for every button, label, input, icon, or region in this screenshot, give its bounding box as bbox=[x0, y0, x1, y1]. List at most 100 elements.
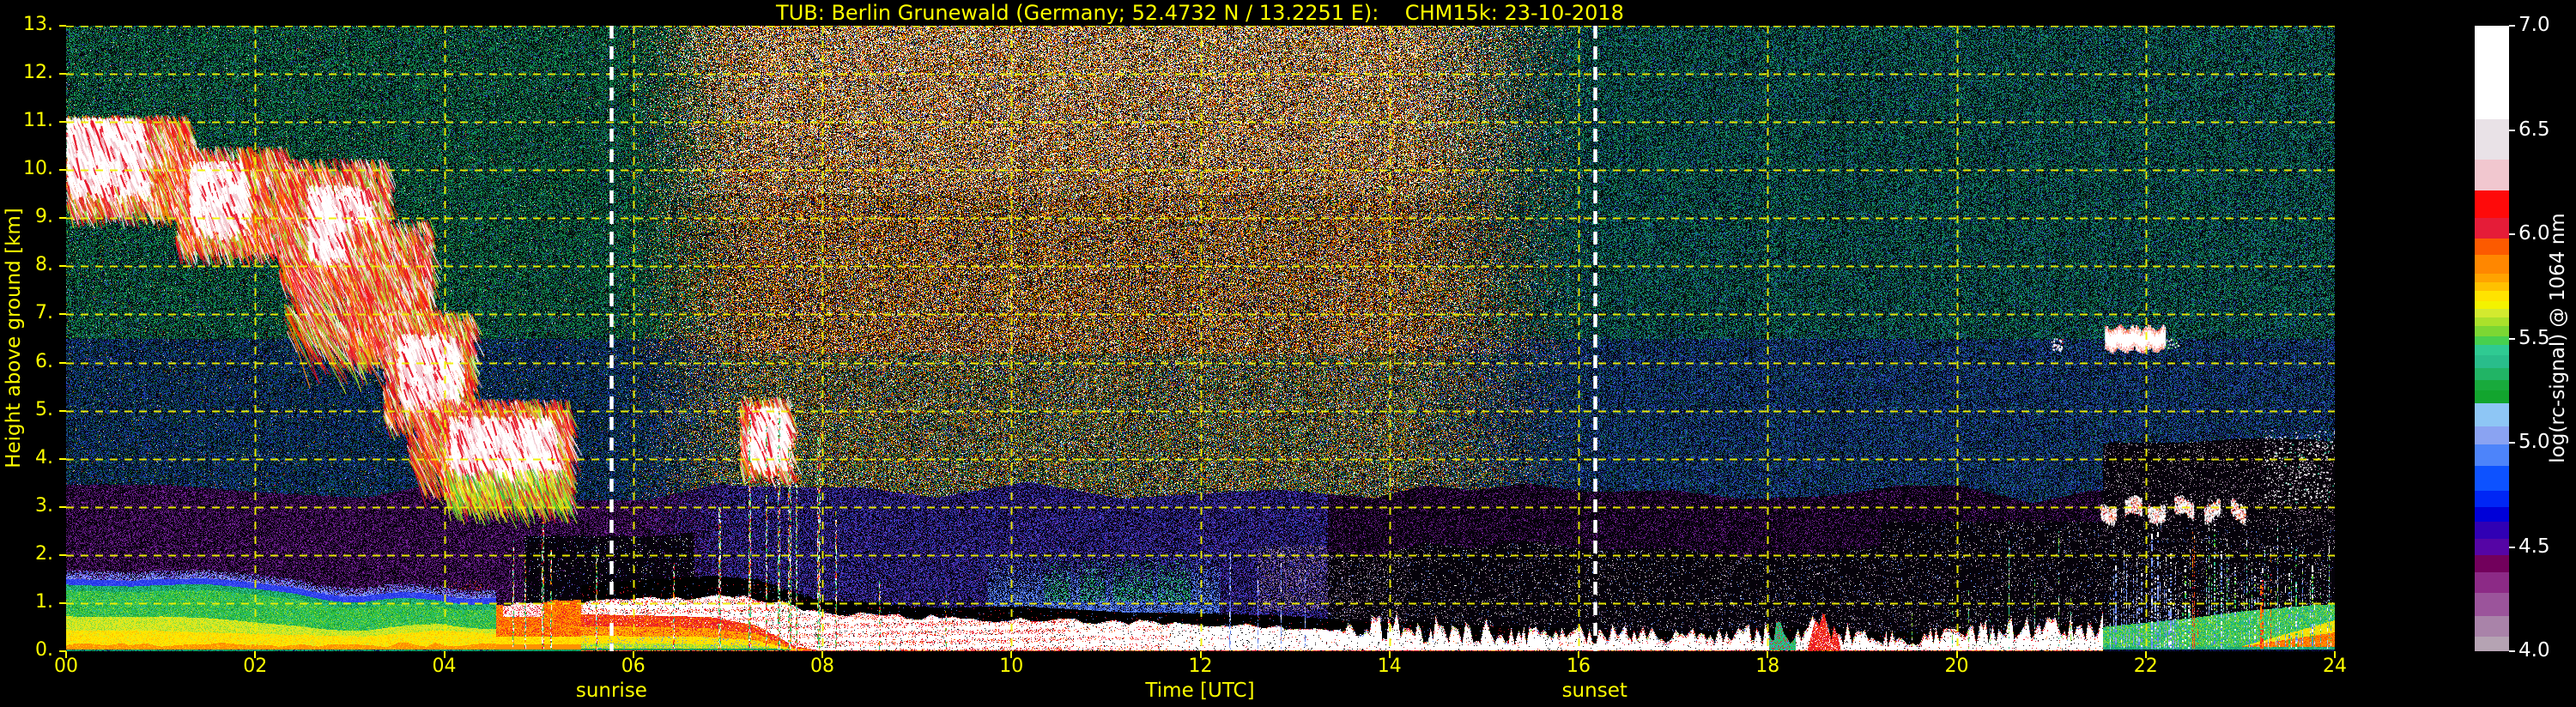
y-tick-mark bbox=[59, 313, 66, 316]
x-tick-mark bbox=[2144, 651, 2147, 658]
colorbar-block bbox=[2475, 274, 2509, 282]
x-tick-mark bbox=[1955, 651, 1958, 658]
x-tick-mark bbox=[1388, 651, 1391, 658]
x-tick-label: 04 bbox=[432, 656, 457, 677]
y-tick-label: 13. bbox=[23, 14, 53, 35]
colorbar bbox=[2475, 26, 2509, 651]
colorbar-block bbox=[2475, 426, 2509, 445]
y-tick-label: 5. bbox=[35, 398, 53, 420]
colorbar-block bbox=[2475, 367, 2509, 381]
colorbar-tick-mark bbox=[2509, 233, 2515, 235]
y-tick-mark bbox=[59, 409, 66, 412]
x-tick-mark bbox=[443, 651, 445, 658]
colorbar-block bbox=[2475, 490, 2509, 508]
colorbar-block bbox=[2475, 325, 2509, 337]
y-tick-mark bbox=[59, 601, 66, 604]
x-tick-label: 12 bbox=[1188, 656, 1213, 677]
x-tick-mark bbox=[65, 651, 67, 658]
x-tick-label: 02 bbox=[243, 656, 268, 677]
colorbar-block bbox=[2475, 444, 2509, 466]
y-tick-mark bbox=[59, 217, 66, 220]
y-axis-label: Height above ground [km] bbox=[3, 208, 25, 468]
colorbar-tick-label: 6.5 bbox=[2518, 118, 2550, 141]
colorbar-tick-mark bbox=[2509, 337, 2515, 340]
colorbar-block bbox=[2475, 507, 2509, 523]
sunset-label: sunset bbox=[1561, 680, 1627, 702]
colorbar-tick-label: 5.0 bbox=[2518, 431, 2550, 453]
colorbar-block bbox=[2475, 300, 2509, 310]
y-tick-mark bbox=[59, 553, 66, 556]
colorbar-block bbox=[2475, 555, 2509, 572]
colorbar-block bbox=[2475, 402, 2509, 426]
colorbar-block bbox=[2475, 390, 2509, 403]
colorbar-block bbox=[2475, 465, 2509, 491]
colorbar-block bbox=[2475, 26, 2509, 120]
y-tick-label: 2. bbox=[35, 542, 53, 565]
x-tick-mark bbox=[2334, 651, 2336, 658]
colorbar-tick-label: 4.0 bbox=[2518, 639, 2550, 662]
y-tick-mark bbox=[59, 169, 66, 172]
y-tick-label: 9. bbox=[35, 206, 53, 228]
x-tick-mark bbox=[1578, 651, 1579, 658]
heatmap-canvas bbox=[66, 26, 2335, 651]
x-tick-label: 14 bbox=[1377, 656, 1402, 677]
colorbar-block bbox=[2475, 538, 2509, 556]
x-tick-label: 06 bbox=[621, 656, 646, 677]
colorbar-block bbox=[2475, 615, 2509, 637]
colorbar-tick-mark bbox=[2509, 546, 2515, 548]
x-tick-mark bbox=[1199, 651, 1202, 658]
x-tick-mark bbox=[1767, 651, 1769, 658]
y-tick-mark bbox=[59, 121, 66, 124]
y-tick-mark bbox=[59, 25, 66, 27]
y-tick-mark bbox=[59, 73, 66, 76]
colorbar-block bbox=[2475, 190, 2509, 218]
sunrise-label: sunrise bbox=[575, 680, 647, 702]
x-tick-mark bbox=[821, 651, 823, 658]
x-tick-mark bbox=[254, 651, 257, 658]
y-tick-label: 8. bbox=[35, 254, 53, 276]
colorbar-block bbox=[2475, 636, 2509, 651]
y-tick-label: 4. bbox=[35, 446, 53, 468]
colorbar-block bbox=[2475, 336, 2509, 345]
colorbar-tick-label: 4.5 bbox=[2518, 535, 2550, 558]
colorbar-block bbox=[2475, 344, 2509, 355]
x-tick-label: 00 bbox=[54, 656, 78, 677]
x-tick-label: 18 bbox=[1755, 656, 1780, 677]
y-tick-mark bbox=[59, 265, 66, 268]
colorbar-block bbox=[2475, 592, 2509, 616]
x-tick-label: 08 bbox=[810, 656, 834, 677]
colorbar-tick-label: 5.5 bbox=[2518, 326, 2550, 349]
colorbar-block bbox=[2475, 281, 2509, 291]
colorbar-tick-label: 7.0 bbox=[2518, 14, 2550, 36]
y-tick-label: 7. bbox=[35, 302, 53, 324]
colorbar-block bbox=[2475, 290, 2509, 301]
y-tick-label: 0. bbox=[35, 639, 53, 661]
colorbar-block bbox=[2475, 571, 2509, 593]
y-tick-label: 3. bbox=[35, 494, 53, 517]
y-tick-label: 12. bbox=[23, 62, 53, 84]
colorbar-block bbox=[2475, 354, 2509, 368]
colorbar-block bbox=[2475, 159, 2509, 190]
colorbar-tick-mark bbox=[2509, 25, 2515, 27]
colorbar-block bbox=[2475, 255, 2509, 275]
colorbar-tick-mark bbox=[2509, 650, 2515, 652]
colorbar-label: log(rc-signal) @ 1064 nm bbox=[2547, 213, 2569, 463]
colorbar-block bbox=[2475, 317, 2509, 326]
colorbar-block bbox=[2475, 238, 2509, 256]
colorbar-tick-label: 6.0 bbox=[2518, 222, 2550, 245]
colorbar-block bbox=[2475, 119, 2509, 160]
y-tick-label: 6. bbox=[35, 350, 53, 372]
y-tick-mark bbox=[59, 505, 66, 508]
y-tick-label: 11. bbox=[23, 110, 53, 132]
colorbar-block bbox=[2475, 522, 2509, 539]
x-axis-label: Time [UTC] bbox=[1145, 680, 1255, 702]
ceilometer-quicklook: TUB: Berlin Grunewald (Germany; 52.4732 … bbox=[0, 0, 2576, 707]
colorbar-tick-mark bbox=[2509, 129, 2515, 131]
colorbar-block bbox=[2475, 217, 2509, 239]
plot-title: TUB: Berlin Grunewald (Germany; 52.4732 … bbox=[776, 1, 1624, 25]
colorbar-block bbox=[2475, 309, 2509, 318]
x-tick-label: 24 bbox=[2323, 656, 2347, 677]
colorbar-tick-mark bbox=[2509, 442, 2515, 444]
x-tick-mark bbox=[632, 651, 634, 658]
x-tick-label: 22 bbox=[2133, 656, 2158, 677]
